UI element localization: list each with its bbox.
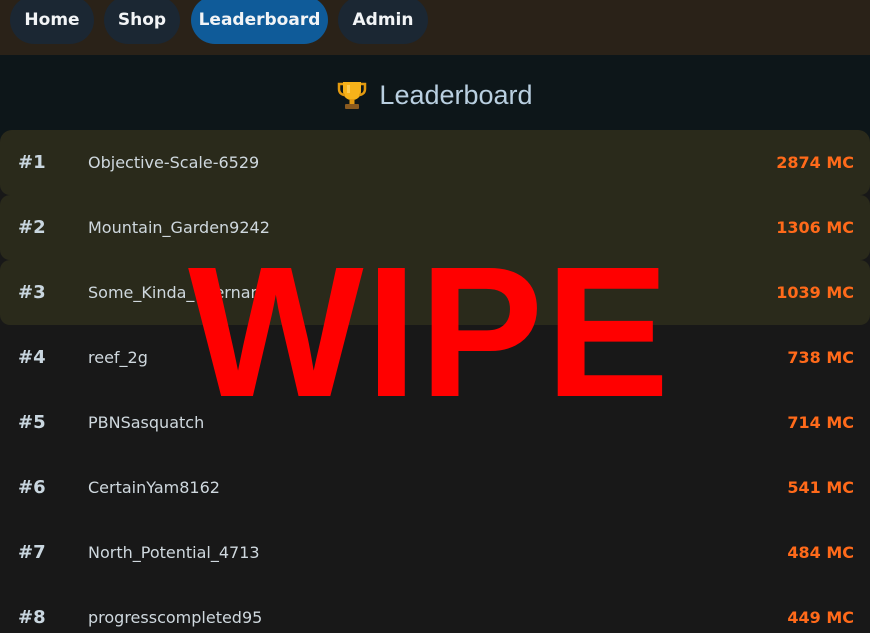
score: 714 MC	[787, 413, 854, 432]
top-nav: Home Shop Leaderboard Admin	[0, 0, 870, 55]
nav-admin-button[interactable]: Admin	[338, 0, 428, 44]
nav-shop-button[interactable]: Shop	[104, 0, 180, 44]
username: progresscompleted95	[88, 608, 263, 627]
page: Home Shop Leaderboard Admin Leaderboard …	[0, 0, 870, 633]
rank-label: #7	[18, 542, 46, 563]
leaderboard-row: #6 CertainYam8162 541 MC	[0, 455, 870, 520]
username: reef_2g	[88, 348, 148, 367]
leaderboard-row: #4 reef_2g 738 MC	[0, 325, 870, 390]
trophy-icon	[338, 82, 367, 109]
username: North_Potential_4713	[88, 543, 260, 562]
main-content: Leaderboard #1 Objective-Scale-6529 2874…	[0, 55, 870, 633]
username: Mountain_Garden9242	[88, 218, 270, 237]
score: 484 MC	[787, 543, 854, 562]
leaderboard-row: #8 progresscompleted95 449 MC	[0, 585, 870, 633]
leaderboard-row: #5 PBNSasquatch 714 MC	[0, 390, 870, 455]
rank-label: #1	[18, 152, 46, 173]
leaderboard-row: #3 Some_Kinda_Username 1039 MC	[0, 260, 870, 325]
nav-leaderboard-button[interactable]: Leaderboard	[191, 0, 328, 44]
page-title: Leaderboard	[379, 79, 533, 110]
username: Some_Kinda_Username	[88, 283, 276, 302]
rank-label: #5	[18, 412, 46, 433]
rank-label: #6	[18, 477, 46, 498]
rank-label: #4	[18, 347, 46, 368]
score: 738 MC	[787, 348, 854, 367]
leaderboard-row: #1 Objective-Scale-6529 2874 MC	[0, 130, 870, 195]
rank-label: #2	[18, 217, 46, 238]
username: CertainYam8162	[88, 478, 220, 497]
score: 1039 MC	[776, 283, 854, 302]
leaderboard-row: #2 Mountain_Garden9242 1306 MC	[0, 195, 870, 260]
score: 541 MC	[787, 478, 854, 497]
leaderboard-row: #7 North_Potential_4713 484 MC	[0, 520, 870, 585]
rank-label: #8	[18, 607, 46, 628]
leaderboard-list: #1 Objective-Scale-6529 2874 MC #2 Mount…	[0, 130, 870, 633]
score: 2874 MC	[776, 153, 854, 172]
username: PBNSasquatch	[88, 413, 205, 432]
score: 1306 MC	[776, 218, 854, 237]
username: Objective-Scale-6529	[88, 153, 260, 172]
nav-home-button[interactable]: Home	[10, 0, 94, 44]
title-row: Leaderboard	[0, 73, 870, 117]
score: 449 MC	[787, 608, 854, 627]
rank-label: #3	[18, 282, 46, 303]
